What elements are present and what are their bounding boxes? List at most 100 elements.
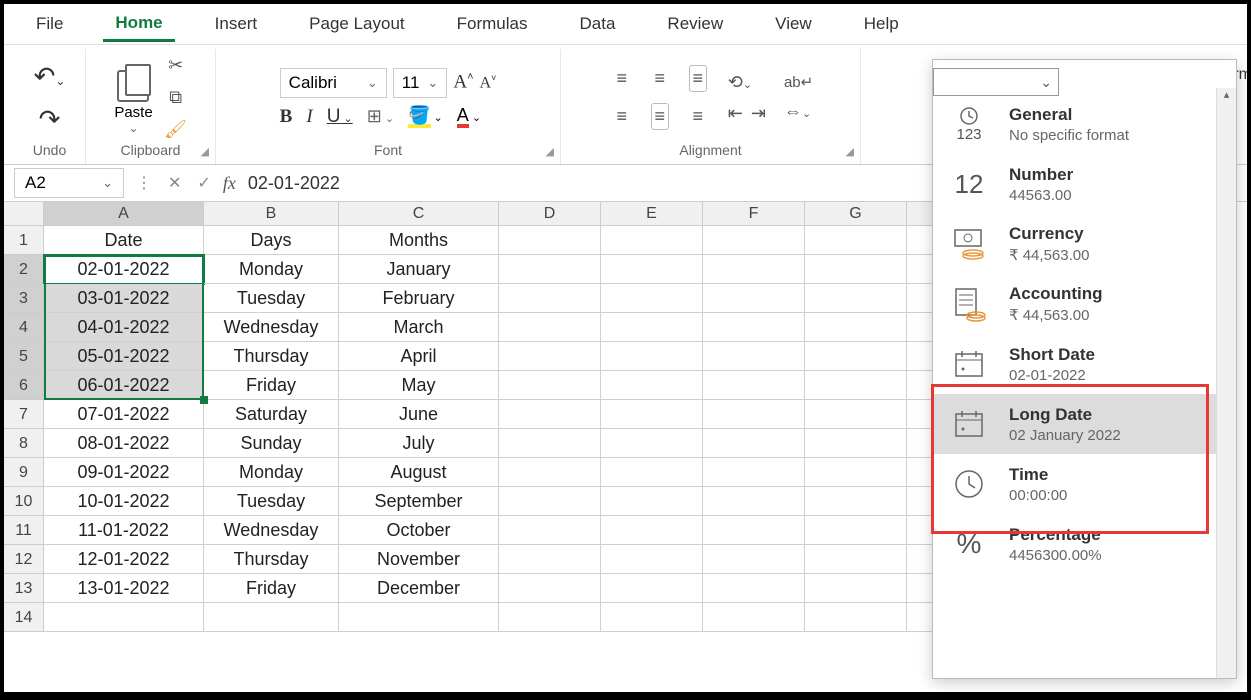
cell[interactable]: 03-01-2022	[44, 284, 204, 313]
cell[interactable]	[601, 487, 703, 516]
cell[interactable]	[805, 458, 907, 487]
cell[interactable]: 10-01-2022	[44, 487, 204, 516]
shrink-font-icon[interactable]: A˅	[480, 73, 497, 92]
cell[interactable]	[499, 255, 601, 284]
cell[interactable]	[703, 284, 805, 313]
row-header[interactable]: 2	[4, 255, 44, 284]
cell[interactable]: Thursday	[204, 545, 339, 574]
menu-insert[interactable]: Insert	[203, 8, 270, 40]
menu-view[interactable]: View	[763, 8, 824, 40]
cell[interactable]: August	[339, 458, 499, 487]
cell[interactable]: Friday	[204, 574, 339, 603]
format-option-currency[interactable]: Currency₹ 44,563.00	[933, 214, 1236, 274]
cell[interactable]	[601, 226, 703, 255]
number-format-combo[interactable]	[933, 68, 1059, 96]
wrap-text-icon[interactable]: ab↵	[784, 73, 813, 91]
row-header[interactable]: 4	[4, 313, 44, 342]
orientation-icon[interactable]: ⟲⌄	[728, 72, 766, 93]
cell[interactable]	[703, 545, 805, 574]
cell[interactable]	[703, 458, 805, 487]
cell[interactable]: Months	[339, 226, 499, 255]
cell[interactable]	[703, 516, 805, 545]
selection-handle[interactable]	[200, 396, 208, 404]
clipboard-launcher-icon[interactable]: ◢	[201, 145, 209, 158]
bold-button[interactable]: B	[280, 106, 293, 128]
cell[interactable]	[703, 255, 805, 284]
cell[interactable]	[805, 371, 907, 400]
cell[interactable]: Date	[44, 226, 204, 255]
cell[interactable]	[703, 226, 805, 255]
cell[interactable]: Friday	[204, 371, 339, 400]
font-color-button[interactable]: A ⌄	[457, 106, 481, 128]
row-header[interactable]: 9	[4, 458, 44, 487]
align-left-icon[interactable]: ≡	[617, 106, 628, 127]
fx-icon[interactable]: fx	[223, 173, 236, 194]
cell[interactable]: November	[339, 545, 499, 574]
cell[interactable]	[805, 603, 907, 632]
cell[interactable]	[703, 603, 805, 632]
col-header[interactable]: D	[499, 202, 601, 226]
cell[interactable]	[499, 458, 601, 487]
cell[interactable]	[601, 574, 703, 603]
align-middle-icon[interactable]: ≡	[655, 68, 666, 89]
cell[interactable]	[339, 603, 499, 632]
cell[interactable]: February	[339, 284, 499, 313]
row-header[interactable]: 3	[4, 284, 44, 313]
align-bottom-icon[interactable]: ≡	[689, 65, 708, 92]
row-header[interactable]: 10	[4, 487, 44, 516]
cell[interactable]	[703, 429, 805, 458]
row-header[interactable]: 7	[4, 400, 44, 429]
cell[interactable]	[805, 284, 907, 313]
cell[interactable]	[703, 342, 805, 371]
cell[interactable]	[499, 603, 601, 632]
dropdown-scrollbar[interactable]: ▴	[1216, 88, 1236, 678]
increase-indent-icon[interactable]: ⇥	[751, 103, 766, 124]
fbar-dots-icon[interactable]: ⋮	[132, 173, 156, 193]
fill-color-button[interactable]: 🪣 ⌄	[408, 106, 443, 128]
row-header[interactable]: 11	[4, 516, 44, 545]
cell[interactable]	[499, 516, 601, 545]
cell[interactable]	[601, 284, 703, 313]
cell[interactable]	[703, 400, 805, 429]
row-header[interactable]: 12	[4, 545, 44, 574]
cell[interactable]: Wednesday	[204, 516, 339, 545]
font-launcher-icon[interactable]: ◢	[546, 145, 554, 158]
cell[interactable]: Sunday	[204, 429, 339, 458]
font-size-combo[interactable]: 11	[393, 68, 448, 98]
cell[interactable]	[499, 226, 601, 255]
cell[interactable]	[499, 313, 601, 342]
cell[interactable]	[601, 313, 703, 342]
cell[interactable]	[601, 603, 703, 632]
menu-pagelayout[interactable]: Page Layout	[297, 8, 416, 40]
format-option-longdate[interactable]: Long Date02 January 2022	[933, 394, 1236, 454]
cell[interactable]: 09-01-2022	[44, 458, 204, 487]
format-painter-icon[interactable]: 🖌	[165, 119, 187, 141]
scroll-up-icon[interactable]: ▴	[1217, 88, 1236, 101]
cell[interactable]	[703, 574, 805, 603]
col-header[interactable]: G	[805, 202, 907, 226]
italic-button[interactable]: I	[306, 106, 312, 128]
cell[interactable]: September	[339, 487, 499, 516]
row-header[interactable]: 13	[4, 574, 44, 603]
cell[interactable]: 06-01-2022	[44, 371, 204, 400]
cell[interactable]	[499, 574, 601, 603]
format-option-percentage[interactable]: %Percentage4456300.00%	[933, 514, 1236, 574]
cut-icon[interactable]: ✂	[165, 55, 187, 77]
cell[interactable]: 02-01-2022	[44, 255, 204, 284]
cell[interactable]	[805, 255, 907, 284]
accept-formula-icon[interactable]: ✓	[193, 173, 214, 193]
cell[interactable]	[601, 342, 703, 371]
name-box[interactable]: A2	[14, 168, 124, 198]
format-option-shortdate[interactable]: Short Date02-01-2022	[933, 334, 1236, 394]
cell[interactable]	[601, 429, 703, 458]
menu-formulas[interactable]: Formulas	[445, 8, 540, 40]
cell[interactable]: March	[339, 313, 499, 342]
cell[interactable]	[499, 284, 601, 313]
cell[interactable]	[499, 400, 601, 429]
align-center-icon[interactable]: ≡	[651, 103, 670, 130]
menu-data[interactable]: Data	[568, 8, 628, 40]
menu-help[interactable]: Help	[852, 8, 911, 40]
cell[interactable]	[805, 313, 907, 342]
row-header[interactable]: 1	[4, 226, 44, 255]
cell[interactable]	[805, 226, 907, 255]
